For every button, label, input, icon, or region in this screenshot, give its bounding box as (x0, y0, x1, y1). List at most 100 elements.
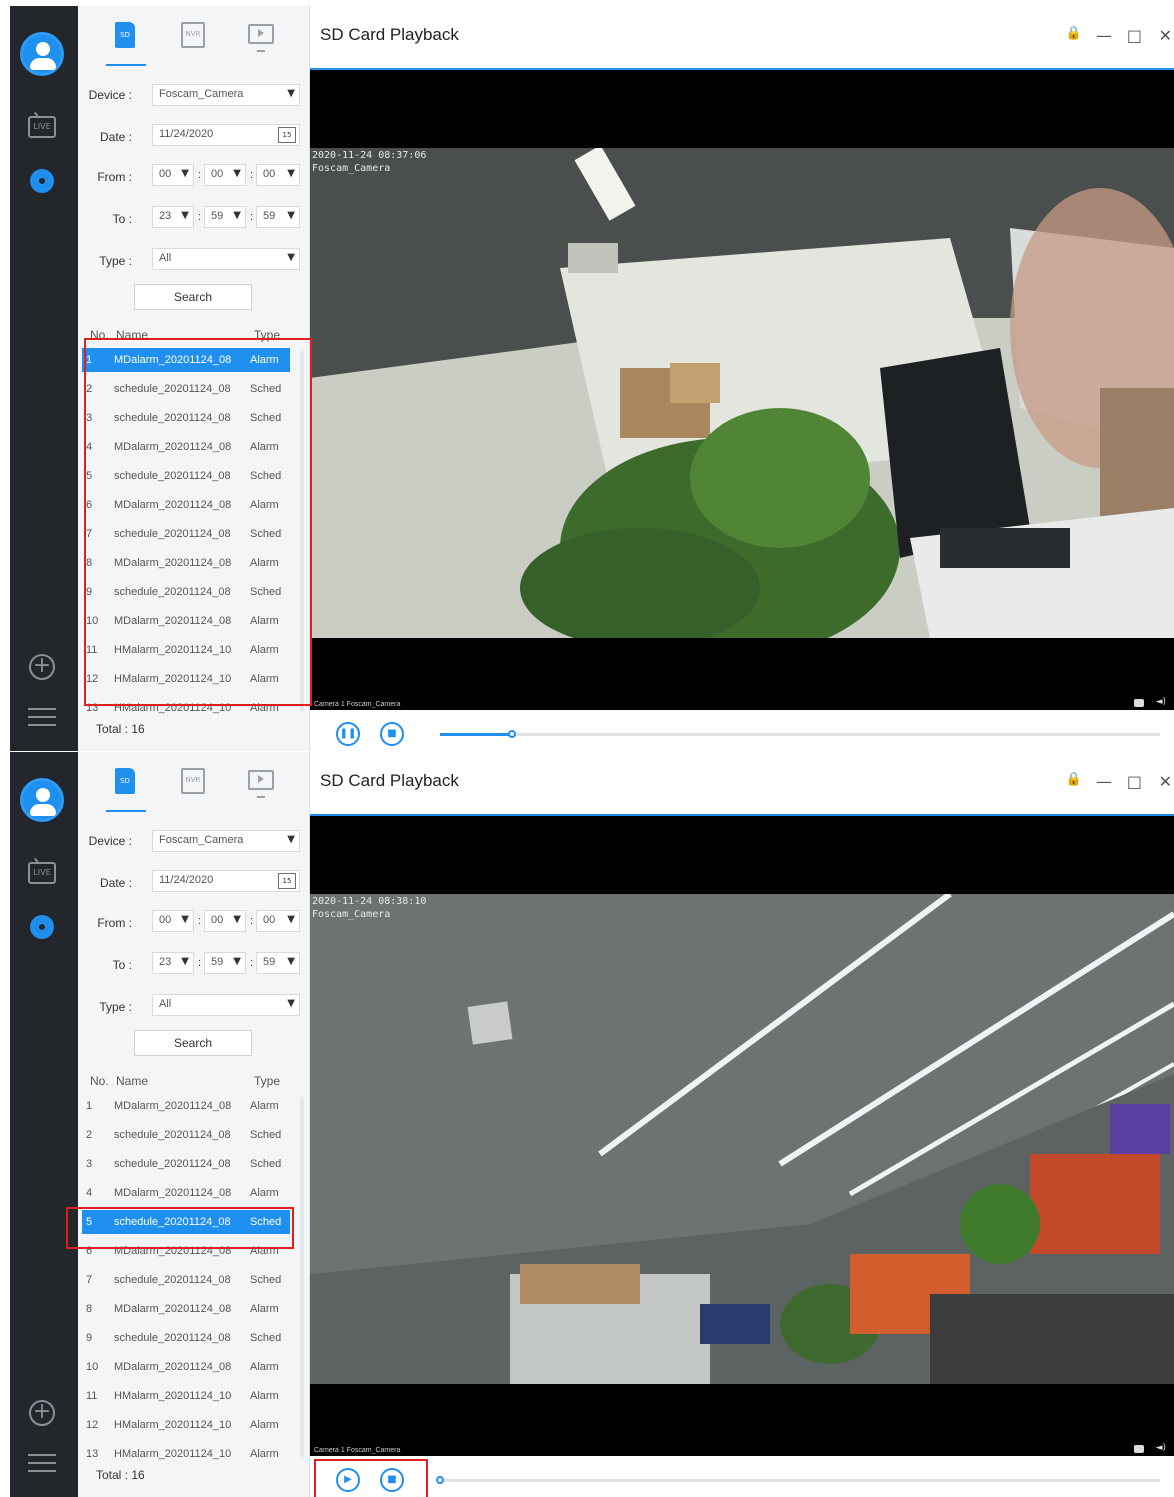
list-item[interactable]: 2 schedule_20201124_08 Sched (82, 1121, 290, 1150)
list-item[interactable]: 2 schedule_20201124_08 Sched (82, 375, 290, 404)
list-item[interactable]: 11 HMalarm_20201124_10 Alarm (82, 1382, 290, 1411)
progress-bar[interactable] (440, 730, 1160, 738)
menu-icon[interactable] (28, 1454, 56, 1474)
list-item[interactable]: 13 HMalarm_20201124_10 Alarm (82, 694, 290, 723)
camera-snapshot-icon[interactable] (1134, 699, 1144, 707)
tab-nvr[interactable]: NVR (178, 20, 208, 50)
list-item[interactable]: 3 schedule_20201124_08 Sched (82, 1150, 290, 1179)
list-item[interactable]: 3 schedule_20201124_08 Sched (82, 404, 290, 433)
pause-button[interactable]: ❚❚ (336, 722, 360, 746)
list-item[interactable]: 8 MDalarm_20201124_08 Alarm (82, 549, 290, 578)
video-player[interactable]: 2020-11-24 08:37:06 Foscam_Camera Camera 1… (310, 68, 1174, 710)
list-item[interactable]: 5 schedule_20201124_08 Sched (82, 1210, 290, 1234)
search-button[interactable]: Search (134, 1030, 252, 1056)
add-device-icon[interactable]: + (29, 654, 55, 680)
stop-button[interactable]: ■ (380, 1468, 404, 1492)
list-item[interactable]: 12 HMalarm_20201124_10 Alarm (82, 1411, 290, 1440)
user-avatar-icon[interactable] (20, 778, 64, 822)
playback-nav-icon[interactable] (30, 169, 54, 193)
to-minute-select[interactable]: 59 (204, 206, 246, 228)
to-hour-select[interactable]: 23 (152, 206, 194, 228)
from-hour-select[interactable]: 00 (152, 164, 194, 186)
type-select[interactable]: All (152, 994, 300, 1016)
window-title: SD Card Playback (320, 25, 459, 44)
add-device-icon[interactable]: + (29, 1400, 55, 1426)
progress-knob[interactable] (508, 730, 516, 738)
list-scrollbar[interactable] (300, 351, 304, 711)
tab-pc-recordings[interactable] (246, 766, 276, 798)
from-second-select[interactable]: 00 (256, 164, 300, 186)
recording-type: Alarm (250, 644, 279, 656)
date-input[interactable]: 11/24/2020 15 (152, 870, 300, 892)
search-button[interactable]: Search (134, 284, 252, 310)
list-item[interactable]: 4 MDalarm_20201124_08 Alarm (82, 433, 290, 462)
list-item[interactable]: 6 MDalarm_20201124_08 Alarm (82, 1237, 290, 1266)
list-item[interactable]: 12 HMalarm_20201124_10 Alarm (82, 665, 290, 694)
progress-knob[interactable] (436, 1476, 444, 1484)
from-hour-select[interactable]: 00 (152, 910, 194, 932)
tab-pc-recordings[interactable] (246, 20, 276, 52)
type-value: All (159, 252, 172, 264)
list-item[interactable]: 1 MDalarm_20201124_08 Alarm (82, 348, 290, 372)
list-item[interactable]: 8 MDalarm_20201124_08 Alarm (82, 1295, 290, 1324)
to-second-select[interactable]: 59 (256, 952, 300, 974)
lock-icon[interactable]: 🔒 (1066, 26, 1082, 41)
recording-no: 13 (86, 1448, 99, 1460)
date-input[interactable]: 11/24/2020 15 (152, 124, 300, 146)
from-minute-select[interactable]: 00 (204, 910, 246, 932)
tab-sd-card[interactable]: SD (110, 766, 140, 796)
video-player[interactable]: 2020-11-24 08:38:10 Foscam_Camera Camera 1… (310, 814, 1174, 1456)
from-second-select[interactable]: 00 (256, 910, 300, 932)
list-item[interactable]: 10 MDalarm_20201124_08 Alarm (82, 1353, 290, 1382)
list-item[interactable]: 11 HMalarm_20201124_10 Alarm (82, 636, 290, 665)
minimize-icon[interactable]: — (1096, 26, 1112, 45)
list-item[interactable]: 9 schedule_20201124_08 Sched (82, 1324, 290, 1353)
list-item[interactable]: 6 MDalarm_20201124_08 Alarm (82, 491, 290, 520)
play-button[interactable]: ▶ (336, 1468, 360, 1492)
tab-sd-card[interactable]: SD (110, 20, 140, 50)
live-view-icon[interactable]: LIVE (28, 862, 56, 884)
type-select[interactable]: All (152, 248, 300, 270)
from-minute-select[interactable]: 00 (204, 164, 246, 186)
monitor-icon (248, 770, 274, 798)
date-label: Date : (99, 876, 132, 890)
to-minute-select[interactable]: 59 (204, 952, 246, 974)
minimize-icon[interactable]: — (1096, 772, 1112, 791)
list-item[interactable]: 4 MDalarm_20201124_08 Alarm (82, 1179, 290, 1208)
to-hour-select[interactable]: 23 (152, 952, 194, 974)
list-item[interactable]: 5 schedule_20201124_08 Sched (82, 462, 290, 491)
recording-list: 1 MDalarm_20201124_08 Alarm 2 schedule_20201… (82, 1092, 290, 1469)
recording-type: Alarm (250, 354, 279, 366)
menu-icon[interactable] (28, 708, 56, 728)
camera-snapshot-icon[interactable] (1134, 1445, 1144, 1453)
calendar-icon[interactable]: 15 (278, 127, 296, 143)
list-item[interactable]: 10 MDalarm_20201124_08 Alarm (82, 607, 290, 636)
maximize-icon[interactable]: □ (1127, 26, 1142, 45)
stop-button[interactable]: ■ (380, 722, 404, 746)
device-select[interactable]: Foscam_Camera (152, 830, 300, 852)
recording-name: HMalarm_20201124_10 (114, 644, 232, 656)
from-hour-value: 00 (159, 914, 172, 926)
volume-icon[interactable]: ◄) (1156, 1443, 1166, 1453)
lock-icon[interactable]: 🔒 (1066, 772, 1082, 787)
calendar-icon[interactable]: 15 (278, 873, 296, 889)
live-view-icon[interactable]: LIVE (28, 116, 56, 138)
list-scrollbar[interactable] (300, 1097, 304, 1457)
user-avatar-icon[interactable] (20, 32, 64, 76)
playback-nav-icon[interactable] (30, 915, 54, 939)
tab-nvr[interactable]: NVR (178, 766, 208, 796)
maximize-icon[interactable]: □ (1127, 772, 1142, 791)
progress-bar[interactable] (436, 1476, 1160, 1484)
close-icon[interactable]: ✕ (1159, 772, 1172, 791)
recording-name: MDalarm_20201124_08 (114, 499, 232, 511)
list-item[interactable]: 7 schedule_20201124_08 Sched (82, 520, 290, 549)
list-item[interactable]: 1 MDalarm_20201124_08 Alarm (82, 1092, 290, 1121)
volume-icon[interactable]: ◄) (1156, 697, 1166, 707)
close-icon[interactable]: ✕ (1159, 26, 1172, 45)
device-select[interactable]: Foscam_Camera (152, 84, 300, 106)
list-item[interactable]: 7 schedule_20201124_08 Sched (82, 1266, 290, 1295)
recording-type: Alarm (250, 673, 279, 685)
to-second-select[interactable]: 59 (256, 206, 300, 228)
list-item[interactable]: 9 schedule_20201124_08 Sched (82, 578, 290, 607)
list-item[interactable]: 13 HMalarm_20201124_10 Alarm (82, 1440, 290, 1469)
